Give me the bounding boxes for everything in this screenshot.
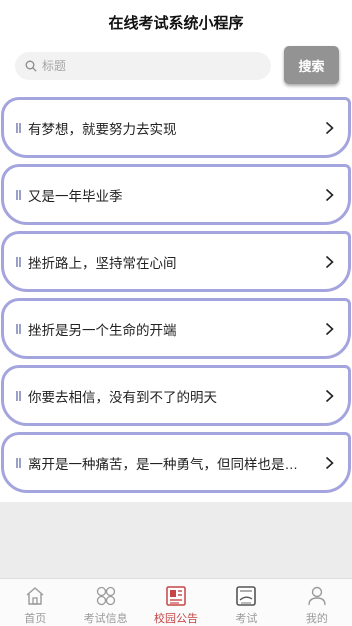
exam-paper-icon (236, 586, 257, 606)
notice-item[interactable]: 挫折是另一个生命的开端 (1, 298, 351, 359)
search-button[interactable]: 搜索 (284, 46, 339, 84)
tab-exam[interactable]: 考试 (211, 579, 281, 626)
tab-home[interactable]: 首页 (0, 579, 70, 626)
chevron-right-icon (325, 188, 334, 201)
notice-item[interactable]: 挫折路上，坚持常在心间 (1, 231, 351, 292)
list-marker-icon (16, 256, 21, 267)
tab-campus-notice[interactable]: 校园公告 (141, 579, 211, 626)
chevron-right-icon (325, 456, 334, 469)
notice-item[interactable]: 离开是一种痛苦，是一种勇气，但同样也是一种保护 (1, 432, 351, 493)
chevron-right-icon (325, 389, 334, 402)
notice-item[interactable]: 你要去相信，没有到不了的明天 (1, 365, 351, 426)
tab-mine[interactable]: 我的 (282, 579, 352, 626)
tab-label: 考试 (235, 613, 258, 625)
list-marker-icon (16, 457, 21, 468)
grid-icon (96, 586, 115, 606)
list-marker-icon (16, 323, 21, 334)
chevron-right-icon (325, 255, 334, 268)
chevron-right-icon (325, 121, 334, 134)
newspaper-icon (166, 586, 186, 606)
list-marker-icon (16, 390, 21, 401)
notice-title: 挫折是另一个生命的开端 (28, 322, 177, 338)
notice-title: 离开是一种痛苦，是一种勇气，但同样也是一种保护 (28, 456, 308, 472)
user-icon (308, 586, 326, 606)
list-marker-icon (16, 122, 21, 133)
tab-label: 我的 (305, 613, 328, 625)
bottom-tab-bar: 首页 考试信息 校园公告 考试 我的 (0, 578, 352, 626)
search-box[interactable] (15, 52, 271, 80)
notice-title: 有梦想，就要努力去实现 (28, 121, 177, 137)
page-title: 在线考试系统小程序 (108, 15, 244, 32)
tab-label: 首页 (24, 613, 47, 625)
notice-title: 你要去相信，没有到不了的明天 (28, 389, 217, 405)
search-icon (24, 59, 38, 73)
chevron-right-icon (325, 322, 334, 335)
content-area: 在线考试系统小程序 搜索 有梦想，就要努力去实现 又是一年毕业季 挫折路上，坚持… (0, 0, 352, 502)
home-icon (26, 587, 44, 605)
list-marker-icon (16, 189, 21, 200)
notice-item[interactable]: 又是一年毕业季 (1, 164, 351, 225)
notice-item[interactable]: 有梦想，就要努力去实现 (1, 97, 351, 158)
search-input[interactable] (42, 59, 252, 73)
notice-title: 挫折路上，坚持常在心间 (28, 255, 177, 271)
tab-exam-info[interactable]: 考试信息 (70, 579, 140, 626)
notice-title: 又是一年毕业季 (28, 188, 123, 204)
tab-label: 校园公告 (154, 613, 199, 625)
tab-label: 考试信息 (83, 613, 128, 625)
